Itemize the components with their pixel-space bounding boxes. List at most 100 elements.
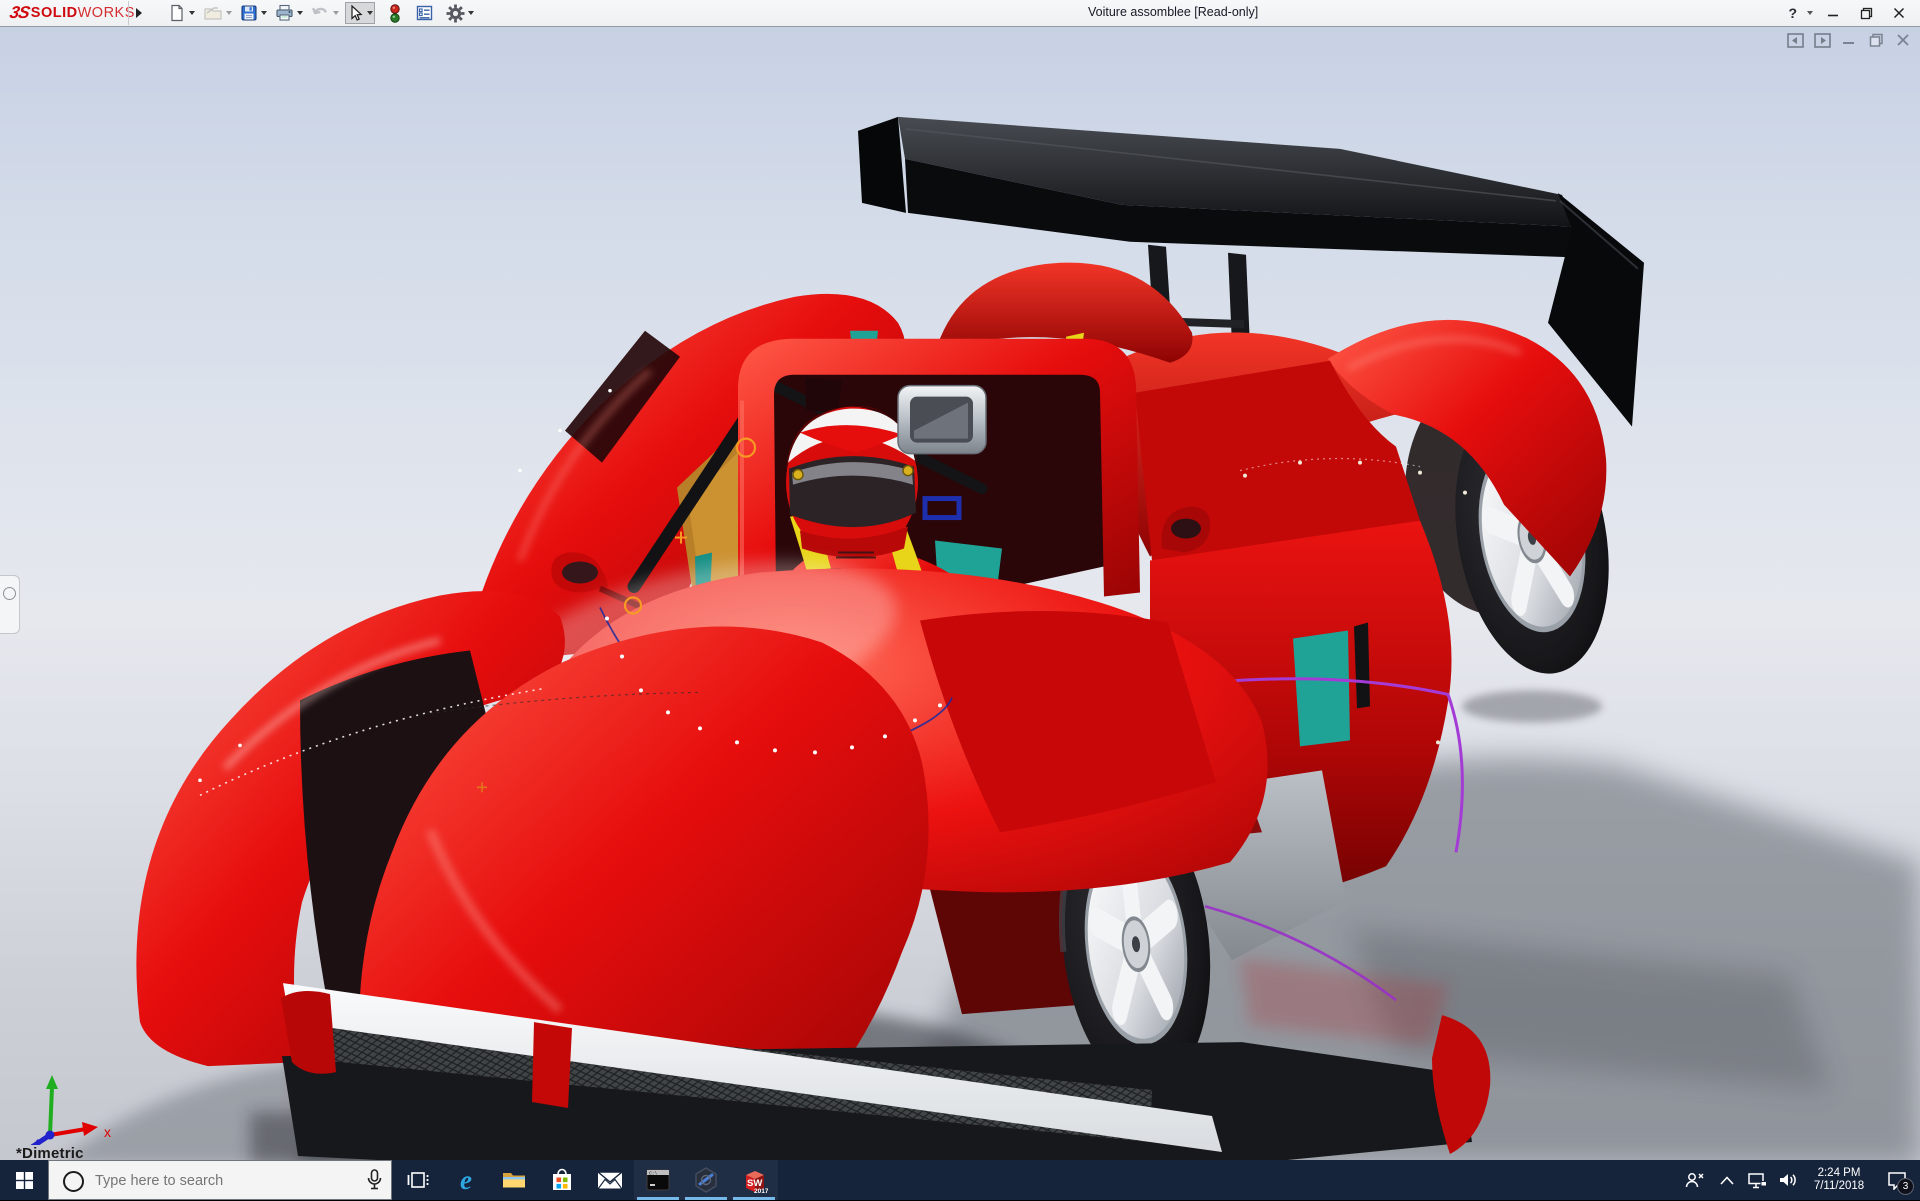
svg-text:2017: 2017 (754, 1188, 768, 1194)
doc-minimize-button[interactable] (1840, 32, 1858, 48)
tray-date: 7/11/2018 (1804, 1180, 1874, 1194)
clock[interactable]: 2:24 PM 7/11/2018 (1804, 1167, 1874, 1194)
orientation-triad[interactable]: x (14, 1071, 124, 1145)
hexagon-app-icon (694, 1167, 718, 1193)
new-document-button[interactable] (166, 2, 197, 24)
file-explorer-button[interactable] (490, 1160, 538, 1200)
people-icon (1684, 1171, 1704, 1189)
dropdown-caret (297, 11, 303, 15)
doc-close-button[interactable] (1894, 32, 1912, 48)
help-caret[interactable] (1807, 11, 1813, 15)
axis-z-dot (46, 1131, 55, 1140)
side-vent-teal (1293, 630, 1350, 746)
pane-right-icon (1814, 33, 1831, 48)
dropdown-caret (261, 11, 267, 15)
document-window-controls (1786, 32, 1912, 48)
cmd-icon: C:\ (646, 1169, 670, 1191)
window-title: Voiture assomblee [Read-only] (1088, 5, 1258, 19)
network-button[interactable] (1742, 1160, 1772, 1200)
action-center-button[interactable]: 3 (1874, 1160, 1920, 1200)
restore-button[interactable] (1853, 2, 1879, 24)
network-icon (1747, 1172, 1767, 1189)
open-folder-icon (203, 4, 223, 22)
title-bar: 3S SOLIDWORKS (0, 0, 1920, 27)
solidworks-logo: 3S SOLIDWORKS (10, 2, 135, 24)
speaker-icon (1779, 1172, 1798, 1188)
printer-icon (275, 4, 294, 22)
undo-button[interactable] (309, 2, 341, 24)
property-form-button[interactable] (413, 2, 436, 24)
chevron-up-icon (1720, 1176, 1734, 1185)
store-icon (551, 1168, 573, 1192)
solidworks-window: 3S SOLIDWORKS (0, 0, 1920, 1200)
expand-pane-icon (3, 587, 16, 600)
minimize-icon (1827, 7, 1839, 19)
ds-mark: 3S (8, 3, 31, 23)
axis-x-arrow (82, 1122, 98, 1136)
dropdown-caret (333, 11, 339, 15)
select-cursor-icon (347, 4, 364, 22)
new-document-icon (168, 4, 186, 22)
edge-button[interactable]: e (442, 1160, 490, 1200)
save-button[interactable] (238, 2, 269, 24)
file-explorer-icon (502, 1170, 526, 1190)
people-button[interactable] (1676, 1160, 1712, 1200)
task-view-icon (407, 1170, 429, 1190)
app-hexagon-button[interactable] (682, 1160, 730, 1200)
toolbar-separator (128, 1, 129, 25)
solidworks-app-icon: SW 2017 (741, 1167, 768, 1194)
cortana-icon (63, 1171, 84, 1192)
windows-logo-icon (16, 1172, 33, 1189)
property-form-icon (415, 4, 434, 22)
close-icon (1893, 7, 1905, 19)
restore-icon (1860, 7, 1873, 20)
microphone-icon[interactable] (367, 1169, 382, 1191)
axis-y-arrow (46, 1075, 58, 1089)
edge-icon: e (453, 1167, 479, 1193)
flyout-arrow-icon (136, 8, 142, 18)
pane-collapse-left-button[interactable] (1786, 32, 1804, 48)
cmd-button[interactable]: C:\ (634, 1160, 682, 1200)
show-hidden-icons-button[interactable] (1712, 1160, 1742, 1200)
print-button[interactable] (273, 2, 305, 24)
open-document-button[interactable] (201, 2, 234, 24)
stoplight-button[interactable] (387, 2, 403, 24)
dropdown-caret (189, 11, 195, 15)
help-button[interactable]: ? (1788, 5, 1797, 21)
pane-expand-right-button[interactable] (1813, 32, 1831, 48)
stoplight-icon (389, 4, 401, 23)
volume-button[interactable] (1772, 1160, 1804, 1200)
tray-time: 2:24 PM (1804, 1167, 1874, 1181)
feature-tree-tab[interactable] (0, 575, 20, 634)
start-button[interactable] (0, 1160, 48, 1200)
notification-badge: 3 (1897, 1178, 1914, 1195)
taskbar-search[interactable] (48, 1160, 392, 1200)
axis-x-label: x (104, 1124, 111, 1140)
model-canvas[interactable] (0, 27, 1920, 1160)
store-button[interactable] (538, 1160, 586, 1200)
minimize-button[interactable] (1820, 2, 1846, 24)
svg-text:e: e (460, 1167, 472, 1193)
taskbar-apps: e (394, 1160, 778, 1200)
gear-icon (446, 4, 465, 23)
doc-restore-button[interactable] (1867, 32, 1885, 48)
dropdown-caret (468, 11, 474, 15)
search-input[interactable] (93, 1161, 353, 1201)
undo-icon (311, 4, 330, 22)
brand-solid: SOLID (31, 5, 78, 21)
options-button[interactable] (444, 2, 476, 24)
mail-icon (597, 1171, 623, 1190)
graphics-area[interactable]: x *Dimetric (0, 27, 1920, 1160)
menu-flyout-button[interactable] (132, 4, 146, 22)
brand-works: WORKS (78, 5, 135, 21)
solidworks-button[interactable]: SW 2017 (730, 1160, 778, 1200)
mail-button[interactable] (586, 1160, 634, 1200)
dropdown-caret (367, 11, 373, 15)
task-view-button[interactable] (394, 1160, 442, 1200)
doc-close-icon (1896, 33, 1910, 47)
select-tool-button[interactable] (345, 2, 375, 24)
grille-divider (532, 1022, 572, 1108)
close-button[interactable] (1886, 2, 1912, 24)
svg-text:C:\: C:\ (649, 1171, 658, 1177)
intake-box (898, 386, 986, 454)
